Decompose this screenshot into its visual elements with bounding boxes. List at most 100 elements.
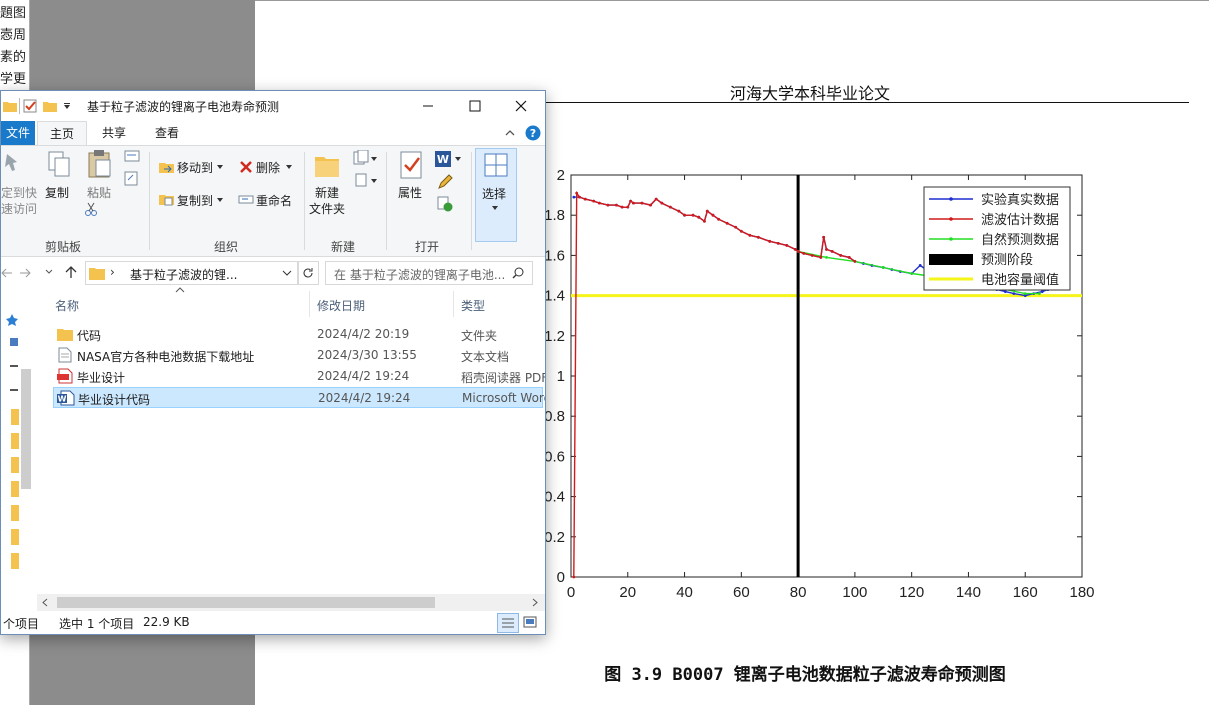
data-point	[654, 197, 658, 201]
svg-text:W: W	[437, 153, 449, 166]
data-point	[626, 205, 630, 209]
cut-icon[interactable]	[85, 202, 97, 216]
column-header-name[interactable]: 名称	[55, 297, 79, 314]
selection-status: 选中 1 个项目	[59, 617, 135, 631]
scrollbar-thumb[interactable]	[57, 597, 435, 608]
title-bar[interactable]: 基于粒子滤波的锂离子电池寿命预测	[1, 91, 545, 121]
data-point	[785, 243, 789, 247]
scroll-left-icon[interactable]	[41, 598, 49, 607]
legend-label: 预测阶段	[981, 252, 1033, 267]
tab-view[interactable]: 查看	[143, 121, 191, 145]
data-point	[683, 213, 686, 217]
folder-icon[interactable]	[11, 457, 19, 473]
breadcrumb[interactable]: 基于粒子滤波的锂...	[130, 266, 237, 283]
paste-shortcut-icon[interactable]	[124, 170, 138, 186]
tab-home[interactable]: 主页	[37, 121, 87, 146]
data-point	[578, 195, 581, 199]
new-folder-button[interactable]: 新建	[315, 184, 339, 201]
data-point	[776, 241, 780, 245]
left-strip-text: 学更	[0, 72, 27, 87]
ribbon-tabs: 文件 主页 共享 查看 ?	[1, 121, 545, 146]
list-item[interactable]: 毕业设计 2024/4/2 19:24 稻壳阅读器 PDF	[51, 366, 545, 387]
word-open-icon[interactable]: W	[435, 150, 463, 168]
text-file-icon	[58, 347, 72, 363]
edit-icon[interactable]	[437, 174, 453, 190]
refresh-button[interactable]	[297, 261, 319, 285]
easy-access-icon[interactable]	[353, 172, 377, 188]
chevron-down-icon	[492, 206, 498, 210]
x-tick-label: 40	[676, 584, 693, 601]
tab-share[interactable]: 共享	[91, 121, 137, 145]
chevron-down-icon[interactable]	[216, 197, 224, 203]
details-view-button[interactable]	[497, 613, 519, 633]
copy-to-button[interactable]: 复制到	[177, 192, 213, 209]
tab-file[interactable]: 文件	[1, 121, 35, 145]
recent-locations-icon[interactable]	[45, 269, 53, 275]
forward-arrow-icon[interactable]	[19, 267, 31, 279]
move-to-icon	[159, 163, 174, 173]
large-icons-view-button[interactable]	[521, 613, 539, 631]
folder-icon[interactable]	[11, 553, 19, 569]
up-arrow-icon[interactable]	[64, 265, 78, 279]
list-item-selected[interactable]: W 毕业设计代码 2024/4/2 19:24 Microsoft Word	[53, 387, 546, 408]
folder-icon[interactable]	[11, 481, 19, 497]
chevron-up-icon[interactable]	[504, 127, 516, 139]
new-item-icon[interactable]	[353, 150, 377, 166]
divider	[149, 152, 150, 250]
chevron-down-icon[interactable]	[216, 164, 224, 170]
group-new-label: 新建	[331, 240, 356, 254]
search-box[interactable]: 在 基于粒子滤波的锂离子电池...	[325, 261, 533, 285]
maximize-icon[interactable]	[468, 99, 482, 113]
search-input[interactable]: 在 基于粒子滤波的锂离子电池...	[334, 266, 505, 283]
help-icon[interactable]: ?	[525, 125, 541, 141]
file-name: 毕业设计代码	[78, 393, 151, 407]
chevron-down-icon[interactable]	[282, 270, 292, 277]
copy-path-icon[interactable]	[124, 150, 140, 162]
y-tick-label: 0.6	[544, 448, 565, 465]
chevron-down-icon[interactable]	[63, 103, 71, 111]
address-bar[interactable]: › 基于粒子滤波的锂...	[85, 261, 299, 285]
data-point	[810, 254, 814, 257]
data-point	[583, 197, 587, 201]
close-icon[interactable]	[514, 99, 528, 113]
folder-icon[interactable]	[11, 505, 19, 521]
data-point	[592, 199, 596, 203]
history-icon[interactable]	[437, 196, 453, 212]
properties-button[interactable]: 属性	[398, 184, 422, 201]
chevron-down-icon[interactable]	[285, 164, 293, 170]
data-point	[793, 247, 797, 251]
file-name: 代码	[77, 329, 102, 343]
scroll-right-icon[interactable]	[531, 598, 539, 607]
divider	[19, 98, 20, 114]
data-point	[575, 191, 579, 195]
data-point	[697, 215, 701, 219]
data-point	[691, 213, 695, 217]
copy-button[interactable]: 复制	[45, 184, 69, 201]
pin-to-quick-access-button[interactable]: 定到快	[1, 184, 37, 201]
delete-button[interactable]: 删除	[256, 159, 280, 176]
properties-check-icon[interactable]	[23, 99, 37, 113]
horizontal-scrollbar[interactable]	[37, 594, 545, 611]
y-tick-label: 0.2	[544, 529, 565, 546]
minimize-icon[interactable]	[421, 99, 435, 113]
paste-button[interactable]: 粘贴	[87, 184, 111, 201]
group-organize-label: 组织	[214, 240, 239, 254]
folder-icon[interactable]	[11, 529, 19, 545]
data-point	[705, 209, 709, 213]
file-type: 稻壳阅读器 PDF	[461, 371, 546, 385]
file-explorer-window[interactable]: 基于粒子滤波的锂离子电池寿命预测 文件 主页 共享 查看 ? 定到快 速访问 复…	[0, 90, 546, 635]
file-date: 2024/4/2 20:19	[317, 327, 410, 341]
list-item[interactable]: 代码 2024/4/2 20:19 文件夹	[51, 324, 545, 345]
divider	[386, 152, 387, 250]
rename-button[interactable]: 重命名	[256, 192, 292, 209]
back-arrow-icon[interactable]	[1, 267, 13, 279]
new-folder-icon[interactable]	[43, 100, 57, 112]
column-header-type[interactable]: 类型	[461, 297, 485, 314]
data-point	[1003, 290, 1007, 293]
column-header-modified[interactable]: 修改日期	[317, 297, 365, 314]
group-open-label: 打开	[415, 240, 440, 254]
select-button[interactable]: 选择	[475, 148, 517, 242]
list-item[interactable]: NASA官方各种电池数据下载地址 2024/3/30 13:55 文本文档	[51, 345, 545, 366]
file-type: Microsoft Word	[462, 391, 546, 405]
move-to-button[interactable]: 移动到	[177, 159, 213, 176]
